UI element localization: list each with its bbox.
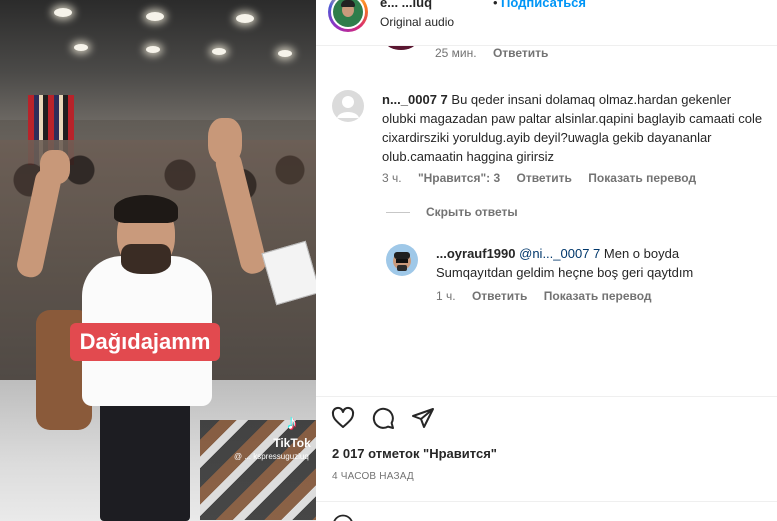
reply-mention[interactable]: @ni..._0007 7 xyxy=(519,246,600,261)
video-text-sticker: Dağıdajamm xyxy=(70,323,220,361)
reply-button[interactable]: Ответить xyxy=(516,171,571,185)
person-hair xyxy=(114,195,178,223)
author-avatar[interactable] xyxy=(328,0,368,32)
comment-avatar[interactable] xyxy=(332,90,364,122)
replies-divider xyxy=(386,212,410,213)
comment-meta: 3 ч. "Нравится": 3 Ответить Показать пер… xyxy=(382,171,709,185)
ceiling-light xyxy=(278,50,292,57)
author-username[interactable]: e... ...luq xyxy=(380,0,432,10)
comment-icon[interactable] xyxy=(370,405,396,431)
reply-time: 1 ч. xyxy=(436,289,456,303)
reply-button[interactable]: Ответить xyxy=(493,46,548,60)
header-separator: • xyxy=(493,0,498,10)
comment-time: 3 ч. xyxy=(382,171,402,185)
emoji-icon[interactable] xyxy=(332,514,354,521)
ceiling-light xyxy=(146,46,160,53)
default-avatar-icon xyxy=(337,96,359,118)
tiktok-label: TikTok xyxy=(273,436,311,450)
comment-avatar[interactable] xyxy=(386,46,416,50)
share-icon[interactable] xyxy=(410,405,436,431)
post-actions: 2 017 отметок "Нравится" 4 ЧАСОВ НАЗАД xyxy=(316,396,777,501)
audio-label[interactable]: Original audio xyxy=(380,15,454,29)
post-time[interactable]: 4 ЧАСОВ НАЗАД xyxy=(332,471,414,482)
ceiling-light xyxy=(236,14,254,23)
ceiling-light xyxy=(74,44,88,51)
prev-comment-meta: 25 мин. Ответить xyxy=(435,46,561,60)
comment-body: n..._0007 7 Bu qeder insani dolamaq olma… xyxy=(382,90,766,166)
reply-meta: 1 ч. Ответить Показать перевод xyxy=(436,289,665,303)
hide-replies-button[interactable]: Скрыть ответы xyxy=(426,205,518,219)
hand-right xyxy=(208,118,242,164)
add-comment-bar[interactable] xyxy=(316,501,777,521)
person-beard xyxy=(121,244,171,274)
post-media[interactable]: Dağıdajamm ♪ TikTok @ ... kspressuguzluq xyxy=(0,0,316,521)
follow-button[interactable]: Подписаться xyxy=(501,0,586,10)
heart-icon[interactable] xyxy=(330,405,356,431)
reply-username[interactable]: ...oyrauf1990 xyxy=(436,246,516,261)
ceiling-light xyxy=(146,12,164,21)
tiktok-icon: ♪ xyxy=(287,412,297,434)
tiktok-username: @ ... kspressuguzluq xyxy=(234,452,309,461)
user-avatar-icon xyxy=(393,252,411,271)
comment-time: 25 мин. xyxy=(435,46,477,60)
reply-button[interactable]: Ответить xyxy=(472,289,527,303)
comment-likes[interactable]: "Нравится": 3 xyxy=(418,171,500,185)
post-header: e... ...luq • Подписаться Original audio xyxy=(316,0,777,46)
comments-list[interactable]: 25 мин. Ответить n..._0007 7 Bu qeder in… xyxy=(316,46,777,396)
likes-count[interactable]: 2 017 отметок "Нравится" xyxy=(332,446,497,461)
ceiling-light xyxy=(212,48,226,55)
post-panel: e... ...luq • Подписаться Original audio… xyxy=(316,0,777,521)
person-legs xyxy=(100,395,190,521)
tiktok-watermark: ♪ TikTok xyxy=(268,412,316,450)
comment-username[interactable]: n..._0007 7 xyxy=(382,92,448,107)
reply-body: ...oyrauf1990 @ni..._0007 7 Men o boyda … xyxy=(436,244,756,282)
translate-button[interactable]: Показать перевод xyxy=(588,171,696,185)
reply-avatar[interactable] xyxy=(386,244,418,276)
hand-left xyxy=(40,150,70,184)
translate-button[interactable]: Показать перевод xyxy=(544,289,652,303)
ceiling-light xyxy=(54,8,72,17)
